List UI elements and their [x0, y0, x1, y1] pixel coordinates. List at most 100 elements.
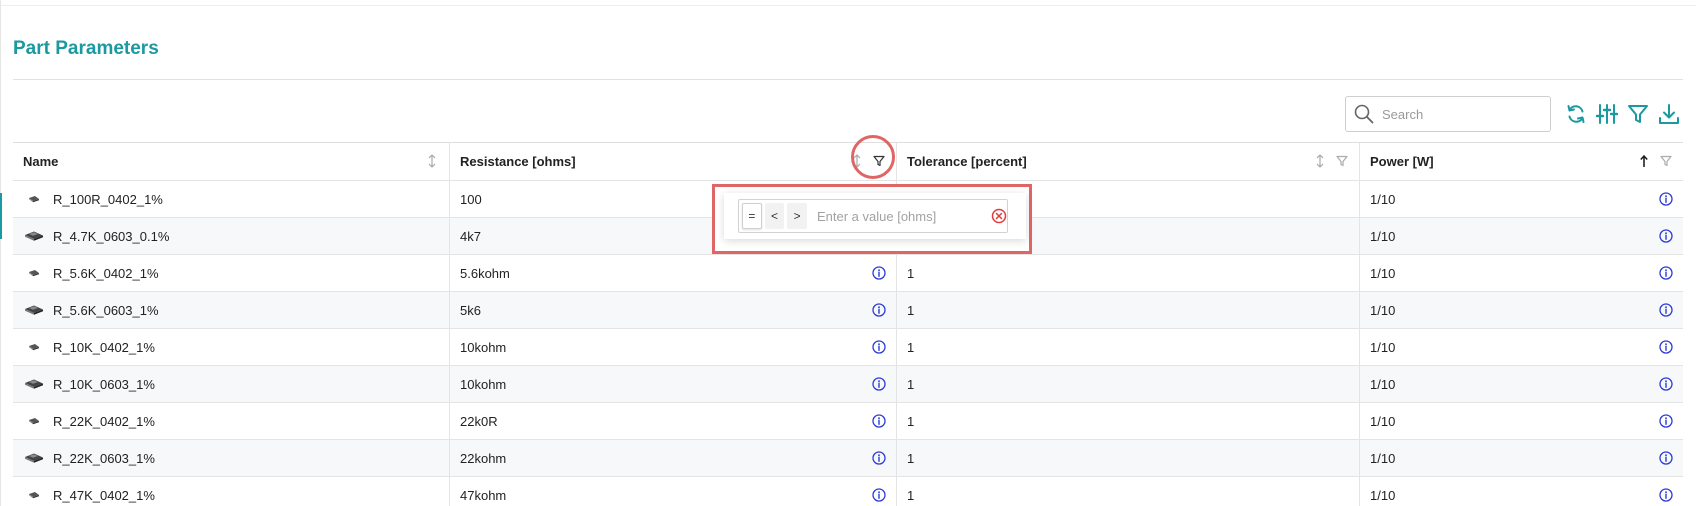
- refresh-button[interactable]: [1563, 101, 1589, 127]
- info-icon[interactable]: [872, 340, 886, 354]
- tolerance-value: 1: [907, 450, 915, 466]
- resistor-chip-icon: [23, 192, 45, 206]
- cell-tolerance: 1: [897, 477, 1360, 506]
- info-icon[interactable]: [872, 451, 886, 465]
- part-name: R_100R_0402_1%: [53, 191, 163, 207]
- resistance-value: 4k7: [460, 228, 481, 244]
- part-name: R_47K_0402_1%: [53, 487, 155, 503]
- column-settings-button[interactable]: [1594, 101, 1620, 127]
- resistance-value: 5k6: [460, 302, 481, 318]
- table-row[interactable]: R_10K_0402_1% 10kohm 1 1/10: [13, 329, 1683, 366]
- cell-name: R_10K_0603_1%: [13, 366, 450, 402]
- resistor-chip-icon: [23, 377, 45, 391]
- cell-power: 1/10: [1360, 218, 1683, 254]
- download-icon: [1659, 104, 1679, 124]
- part-name: R_22K_0402_1%: [53, 413, 155, 429]
- cell-resistance: 47kohm: [450, 477, 897, 506]
- info-icon[interactable]: [872, 377, 886, 391]
- table-row[interactable]: R_22K_0603_1% 22kohm 1 1/10: [13, 440, 1683, 477]
- filter-value-input[interactable]: [817, 208, 987, 224]
- cell-power: 1/10: [1360, 181, 1683, 217]
- table-row[interactable]: R_10K_0603_1% 10kohm 1 1/10: [13, 366, 1683, 403]
- power-value: 1/10: [1370, 450, 1396, 466]
- info-icon[interactable]: [1659, 192, 1673, 206]
- cell-resistance: 10kohm: [450, 366, 897, 402]
- power-value: 1/10: [1370, 228, 1396, 244]
- info-icon[interactable]: [872, 488, 886, 502]
- resistor-chip-icon: [23, 451, 45, 465]
- download-button[interactable]: [1656, 101, 1682, 127]
- clear-filter-button[interactable]: [991, 208, 1007, 224]
- power-value: 1/10: [1370, 376, 1396, 392]
- column-header-tolerance[interactable]: Tolerance [percent]: [897, 143, 1360, 180]
- cell-name: R_5.6K_0603_1%: [13, 292, 450, 328]
- cell-tolerance: 1: [897, 366, 1360, 402]
- operator-less-than-button[interactable]: <: [764, 203, 785, 229]
- resistance-value: 22k0R: [460, 413, 498, 429]
- column-header-label: Tolerance [percent]: [907, 154, 1027, 169]
- info-icon[interactable]: [1659, 488, 1673, 502]
- info-icon[interactable]: [872, 414, 886, 428]
- table-row[interactable]: R_5.6K_0603_1% 5k6 1 1/10: [13, 292, 1683, 329]
- resistor-chip-icon: [23, 303, 45, 317]
- cell-name: R_5.6K_0402_1%: [13, 255, 450, 291]
- cell-resistance: 22k0R: [450, 403, 897, 439]
- tolerance-value: 1: [907, 339, 915, 355]
- clear-icon: [991, 208, 1007, 224]
- part-name: R_5.6K_0603_1%: [53, 302, 159, 318]
- resistance-filter-popup: = < >: [724, 193, 1026, 239]
- info-icon[interactable]: [1659, 229, 1673, 243]
- sort-ascending-icon[interactable]: [1637, 154, 1651, 168]
- resistor-chip-icon: [23, 488, 45, 502]
- sort-icon[interactable]: [1313, 154, 1327, 168]
- info-icon[interactable]: [872, 303, 886, 317]
- resistor-chip-icon: [23, 414, 45, 428]
- search-input[interactable]: [1382, 106, 1542, 122]
- resistance-value: 100: [460, 191, 482, 207]
- info-icon[interactable]: [1659, 303, 1673, 317]
- search-box[interactable]: [1345, 96, 1551, 132]
- info-icon[interactable]: [1659, 340, 1673, 354]
- resistor-chip-icon: [23, 229, 45, 243]
- cell-name: R_22K_0402_1%: [13, 403, 450, 439]
- info-icon[interactable]: [1659, 377, 1673, 391]
- cell-name: R_100R_0402_1%: [13, 181, 450, 217]
- cell-tolerance: 1: [897, 255, 1360, 291]
- column-filter-icon[interactable]: [1659, 154, 1673, 168]
- info-icon[interactable]: [872, 266, 886, 280]
- resistor-chip-icon: [23, 266, 45, 280]
- filter-button[interactable]: [1625, 101, 1651, 127]
- resistor-chip-icon: [23, 340, 45, 354]
- column-header-power[interactable]: Power [W]: [1360, 143, 1683, 180]
- table-row[interactable]: R_22K_0402_1% 22k0R 1 1/10: [13, 403, 1683, 440]
- power-value: 1/10: [1370, 413, 1396, 429]
- column-filter-icon[interactable]: [872, 154, 886, 168]
- column-header-resistance[interactable]: Resistance [ohms]: [450, 143, 897, 180]
- table-header-row: Name Resistance [ohms] Tolerance [percen…: [13, 143, 1683, 181]
- info-icon[interactable]: [1659, 266, 1673, 280]
- sort-icon[interactable]: [850, 154, 864, 168]
- info-icon[interactable]: [1659, 451, 1673, 465]
- cell-tolerance: 1: [897, 292, 1360, 328]
- sort-icon[interactable]: [425, 154, 439, 168]
- column-header-name[interactable]: Name: [13, 143, 450, 180]
- table-row[interactable]: R_5.6K_0402_1% 5.6kohm 1 1/10: [13, 255, 1683, 292]
- cell-tolerance: 1: [897, 440, 1360, 476]
- info-icon[interactable]: [1659, 414, 1673, 428]
- page-title: Part Parameters: [13, 38, 159, 59]
- resistance-value: 5.6kohm: [460, 265, 510, 281]
- operator-equals-button[interactable]: =: [742, 203, 762, 229]
- cell-power: 1/10: [1360, 440, 1683, 476]
- cell-tolerance: 1: [897, 329, 1360, 365]
- tolerance-value: 1: [907, 302, 915, 318]
- column-filter-icon[interactable]: [1335, 154, 1349, 168]
- search-icon: [1354, 104, 1374, 124]
- operator-greater-than-button[interactable]: >: [787, 203, 807, 229]
- part-name: R_10K_0603_1%: [53, 376, 155, 392]
- left-accent-bar: [0, 193, 2, 239]
- cell-name: R_4.7K_0603_0.1%: [13, 218, 450, 254]
- tolerance-value: 1: [907, 413, 915, 429]
- table-row[interactable]: R_47K_0402_1% 47kohm 1 1/10: [13, 477, 1683, 506]
- cell-power: 1/10: [1360, 255, 1683, 291]
- filter-icon: [1628, 105, 1648, 123]
